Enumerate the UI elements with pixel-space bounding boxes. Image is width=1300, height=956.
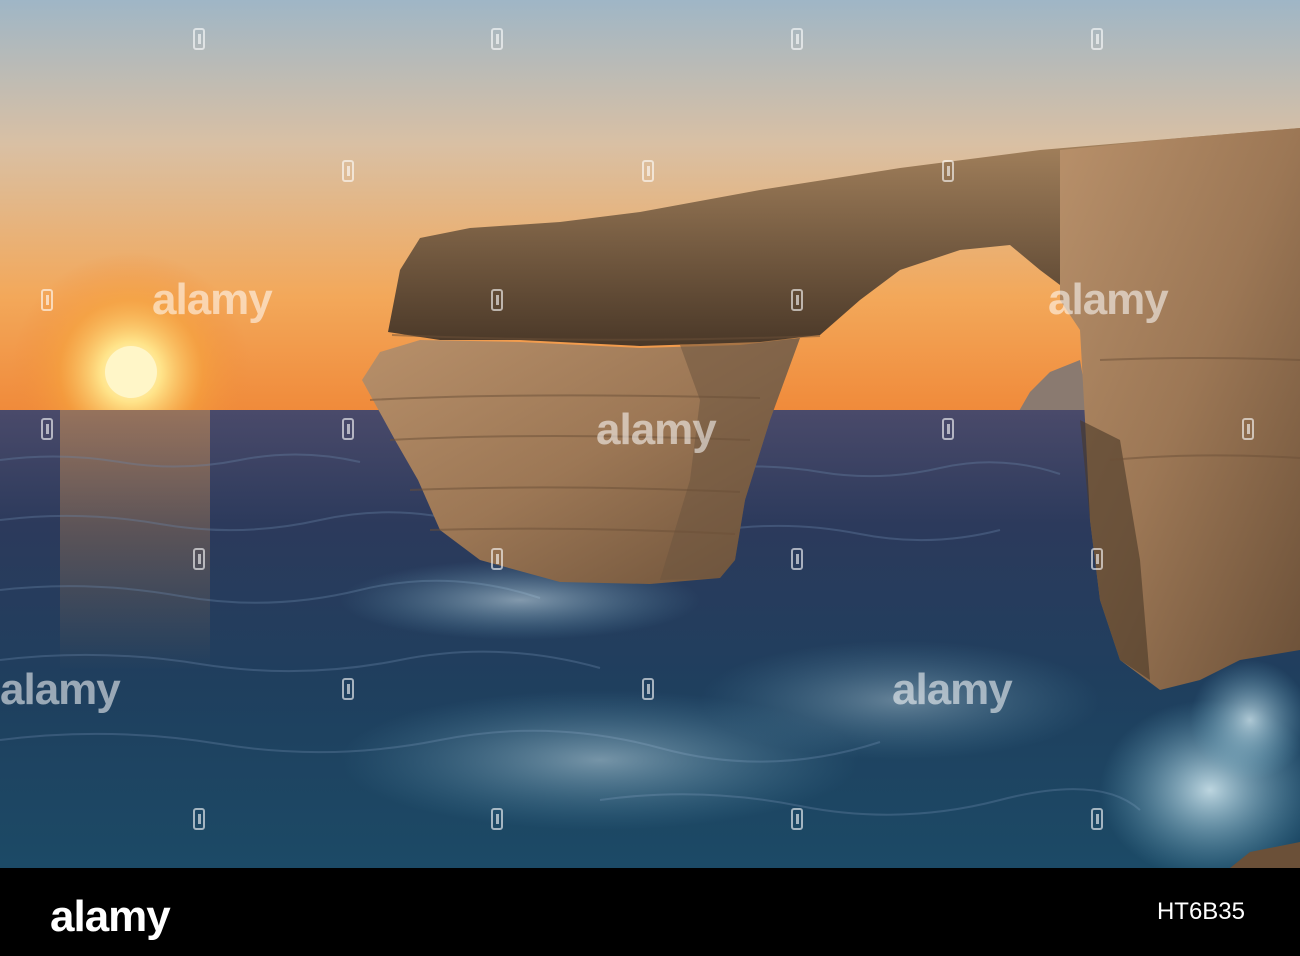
watermark-icon (41, 418, 53, 440)
watermark-icon (942, 418, 954, 440)
watermark-icon (942, 160, 954, 182)
watermark-icon (193, 28, 205, 50)
sun-reflection (60, 410, 210, 670)
watermark-icon (642, 678, 654, 700)
watermark-icon (791, 808, 803, 830)
watermark-icon (642, 160, 654, 182)
footer-bar: alamy HT6B35 (0, 868, 1300, 956)
watermark-text: alamy (0, 665, 121, 714)
watermark-icon (193, 548, 205, 570)
watermark-icon (1091, 808, 1103, 830)
stock-photo-page: alamy alamy alamy alamy alamy alamy HT6B… (0, 0, 1300, 956)
watermark-icon (791, 289, 803, 311)
watermark-icon (342, 418, 354, 440)
alamy-logo: alamy (50, 892, 171, 941)
watermark-icon (791, 548, 803, 570)
watermark-icon (791, 28, 803, 50)
watermark-icon (342, 678, 354, 700)
watermark-text: alamy (152, 275, 273, 324)
watermark-text: alamy (1048, 275, 1169, 324)
photo-azure-window-sunset: alamy alamy alamy alamy alamy (0, 0, 1300, 868)
watermark-icon (491, 808, 503, 830)
sun (105, 346, 157, 398)
watermark-icon (1091, 28, 1103, 50)
watermark-icon (193, 808, 205, 830)
watermark-icon (1242, 418, 1254, 440)
watermark-icon (491, 548, 503, 570)
watermark-icon (491, 28, 503, 50)
watermark-text: alamy (596, 405, 717, 454)
image-id: HT6B35 (1156, 898, 1245, 925)
watermark-text: alamy (892, 665, 1013, 714)
watermark-icon (1091, 548, 1103, 570)
watermark-icon (491, 289, 503, 311)
watermark-icon (342, 160, 354, 182)
watermark-icon (41, 289, 53, 311)
